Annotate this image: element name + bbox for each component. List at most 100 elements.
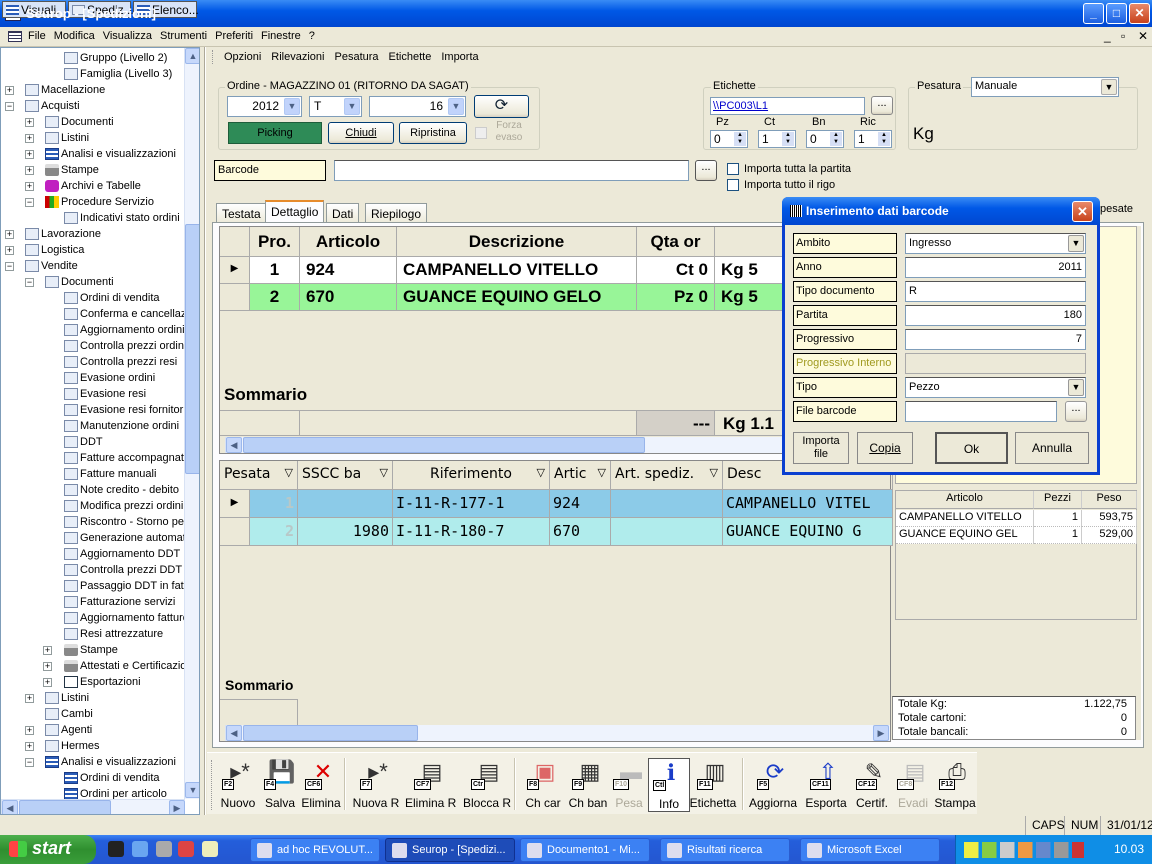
order-series-select[interactable]: T ▼ (309, 96, 362, 117)
expand-icon[interactable]: + (5, 86, 14, 95)
tree-item[interactable]: − Analisi e visualizzazioni (1, 754, 185, 770)
anno-field[interactable]: 2011 (905, 257, 1086, 278)
tree-item[interactable]: − Acquisti (1, 98, 185, 114)
label-count-spinner[interactable]: 0 ▲ ▼ (710, 130, 748, 148)
tree-item[interactable]: + Attestati e Certificazion (1, 658, 193, 674)
tree-item[interactable]: + Archivi e Tabelle (1, 178, 185, 194)
toolbar-grip[interactable] (211, 760, 213, 810)
pesatura-mode-select[interactable]: Manuale ▼ (971, 77, 1119, 97)
menu-opzioni[interactable]: Opzioni (219, 51, 266, 63)
weighing-cell-artic[interactable]: 670 (550, 518, 611, 546)
filter-icon[interactable]: ▽ (710, 466, 718, 479)
ok-button[interactable]: Ok (935, 432, 1008, 464)
row-selector[interactable] (220, 518, 250, 546)
menu-etichette[interactable]: Etichette (384, 51, 437, 63)
summary-cell-articolo[interactable]: CAMPANELLO VITELLO (896, 510, 1034, 527)
scroll-thumb[interactable] (243, 725, 418, 741)
expand-icon[interactable]: + (43, 678, 52, 687)
tree-item[interactable]: Aggiornamento fatture (1, 610, 189, 626)
tree-item[interactable]: Manutenzione ordini (1, 418, 185, 434)
forza-evaso-checkbox[interactable] (475, 127, 487, 139)
collapse-icon[interactable]: − (5, 102, 14, 111)
expand-icon[interactable]: + (25, 150, 34, 159)
column-header[interactable]: Descrizione (397, 227, 637, 257)
elimina-button[interactable]: ✕ CF6 Elimina (296, 758, 346, 812)
detail-cell-qta_or[interactable]: Ct 0 (637, 257, 715, 284)
label-count-spinner[interactable]: 0 ▲ ▼ (806, 130, 844, 148)
tree-item[interactable]: + Analisi e visualizzazioni (1, 146, 185, 162)
label-count-spinner[interactable]: 1 ▲ ▼ (854, 130, 892, 148)
row-selector[interactable] (220, 284, 250, 311)
spinner-arrows-icon[interactable]: ▲ ▼ (830, 132, 842, 146)
order-year-select[interactable]: 2012 ▼ (227, 96, 302, 117)
collapse-icon[interactable]: − (25, 198, 34, 207)
tipo-field[interactable]: Pezzo ▼ (905, 377, 1086, 398)
chevron-down-icon[interactable]: ▼ (1101, 79, 1117, 95)
menu-strumenti[interactable]: Strumenti (156, 27, 211, 45)
tree-item[interactable]: Aggiornamento DDT (1, 546, 185, 562)
spinner-arrows-icon[interactable]: ▲ ▼ (878, 132, 890, 146)
column-header[interactable]: Pesata ▽ (220, 461, 298, 490)
chiudi-button[interactable]: Chiudi (328, 122, 394, 144)
tree-item[interactable]: − Procedure Servizio (1, 194, 185, 210)
picking-button[interactable]: Picking (228, 122, 322, 144)
tree-item[interactable]: + Logistica (1, 242, 185, 258)
tree-item[interactable]: + Listini (1, 690, 185, 706)
tree-item[interactable]: Indicativi stato ordini (1, 210, 185, 226)
tree-item[interactable]: Modifica prezzi ordini - (1, 498, 190, 514)
tree-item[interactable]: Fatturazione servizi (1, 594, 185, 610)
weighing-cell-riferimento[interactable]: I-11-R-177-1 (393, 490, 550, 518)
tree-vertical-scrollbar[interactable]: ▲ ▼ (184, 48, 199, 799)
detail-cell-pro[interactable]: 2 (250, 284, 300, 311)
evadi-button[interactable]: ▤ CF8 Evadi (892, 758, 934, 812)
collapse-icon[interactable]: − (25, 278, 34, 287)
tree-item[interactable]: Note credito - debito (1, 482, 185, 498)
weighing-cell-riferimento[interactable]: I-11-R-180-7 (393, 518, 550, 546)
tree-item[interactable]: Evasione ordini (1, 370, 185, 386)
mdi-close-button[interactable]: ✕ (1138, 29, 1148, 43)
info-button[interactable]: ℹ Ctl Info (648, 758, 690, 812)
tree-item[interactable]: Conferma e cancellazi (1, 306, 189, 322)
detail-cell-descrizione[interactable]: CAMPANELLO VITELLO (397, 257, 637, 284)
tree-item[interactable]: Resi attrezzature (1, 626, 185, 642)
menu-preferiti[interactable]: Preferiti (211, 27, 257, 45)
etichetta-button[interactable]: ▥ F11 Etichetta (688, 758, 738, 812)
weighing-cell-artic[interactable]: 924 (550, 490, 611, 518)
expand-icon[interactable]: + (43, 662, 52, 671)
tree-item[interactable]: Fatture accompagnato (1, 450, 190, 466)
tree-item[interactable]: Ordini di vendita (1, 290, 185, 306)
weighing-cell-spediz[interactable] (611, 490, 723, 518)
barcode-input[interactable] (334, 160, 689, 181)
tree-item[interactable]: + Stampe (1, 162, 185, 178)
tree-item[interactable]: Gruppo (Livello 2) (1, 50, 185, 66)
filter-icon[interactable]: ▽ (598, 466, 606, 479)
detail-cell-qta_or[interactable]: Pz 0 (637, 284, 715, 311)
filter-icon[interactable]: ▽ (285, 466, 293, 479)
expand-icon[interactable]: + (25, 134, 34, 143)
ambito-field[interactable]: Ingresso ▼ (905, 233, 1086, 254)
barcode-browse-button[interactable]: ... (695, 160, 717, 181)
order-number-select[interactable]: 16 ▼ (369, 96, 466, 117)
nuova-r-button[interactable]: ▸* F7 Nuova R (351, 758, 401, 812)
tipo-documento-field[interactable]: R (905, 281, 1086, 302)
tree-item[interactable]: Controlla prezzi resi (1, 354, 185, 370)
detail-cell-articolo[interactable]: 924 (300, 257, 397, 284)
detail-cell-descrizione[interactable]: GUANCE EQUINO GELO (397, 284, 637, 311)
mdi-minimize-button[interactable]: _ (1104, 29, 1111, 43)
command-prompt-icon[interactable] (108, 841, 124, 857)
scroll-thumb[interactable] (243, 437, 645, 453)
ch-car-button[interactable]: ▣ F8 Ch car (522, 758, 564, 812)
tab-testata[interactable]: Testata (216, 203, 267, 223)
menu-visualizza[interactable]: Visualizza (99, 27, 156, 45)
elimina-r-button[interactable]: ▤ CF7 Elimina R (405, 758, 456, 812)
tree-item[interactable]: + Macellazione (1, 82, 185, 98)
expand-icon[interactable]: + (25, 182, 34, 191)
tree-item[interactable]: − Vendite (1, 258, 185, 274)
list-column-header[interactable]: Articolo (896, 491, 1034, 509)
tab-pesate[interactable]: pesate (1100, 203, 1133, 215)
tree-item[interactable]: + Listini (1, 130, 185, 146)
file-barcode-field[interactable] (905, 401, 1057, 422)
chevron-down-icon[interactable]: ▼ (284, 98, 300, 115)
tree-item[interactable]: Famiglia (Livello 3) (1, 66, 185, 82)
column-header[interactable]: Articolo (300, 227, 397, 257)
